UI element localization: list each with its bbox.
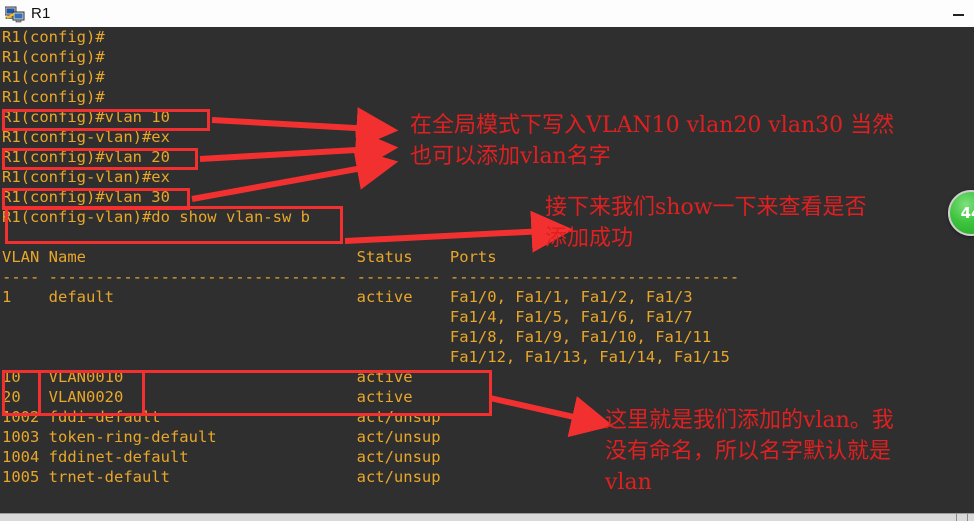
terminal-line: 1003 token-ring-default act/unsup [2,428,441,446]
terminal-line: Fa1/8, Fa1/9, Fa1/10, Fa1/11 [2,328,712,346]
terminal-line: 20 VLAN0020 active [2,388,413,406]
terminal-line: R1(config-vlan)#do show vlan-sw b [2,208,310,226]
terminal-line: R1(config)# [2,88,105,106]
window-bottom-bar [0,513,974,521]
window-title: R1 [31,5,51,22]
window-titlebar: R1 [0,0,974,27]
terminal-line: R1(config-vlan)#ex [2,128,170,146]
terminal-line: R1(config)# [2,28,105,46]
terminal-line: Fa1/12, Fa1/13, Fa1/14, Fa1/15 [2,348,730,366]
terminal-line: Fa1/4, Fa1/5, Fa1/6, Fa1/7 [2,308,693,326]
window-controls [950,0,968,27]
terminal-line: VLAN Name Status Ports [2,248,497,266]
resize-grip[interactable] [956,514,968,521]
terminal-output[interactable]: R1(config)# R1(config)# R1(config)# R1(conf… [0,27,974,513]
router-console-window: R1 R1(config)# R1(config)# R1(config)# R1(c… [0,0,974,521]
terminal-line: R1(config)# [2,48,105,66]
terminal-line: 1 default active Fa1/0, Fa1/1, Fa1/2, Fa… [2,288,693,306]
terminal-line: R1(config)#vlan 30 [2,188,170,206]
network-computers-icon [4,5,25,23]
terminal-line: R1(config-vlan)#ex [2,168,170,186]
terminal-line: 1005 trnet-default act/unsup [2,468,441,486]
terminal-prompt-line: R1(config-vlan)# [2,493,216,513]
minimize-button[interactable] [950,5,968,23]
terminal-line: R1(config)#vlan 20 [2,148,170,166]
terminal-line: ---- -------------------------------- --… [2,268,740,286]
terminal-line: 1002 fddi-default act/unsup [2,408,441,426]
terminal-line: 10 VLAN0010 active [2,368,413,386]
terminal-line: 1004 fddinet-default act/unsup [2,448,441,466]
terminal-line: R1(config)# [2,68,105,86]
terminal-line: R1(config)#vlan 10 [2,108,170,126]
